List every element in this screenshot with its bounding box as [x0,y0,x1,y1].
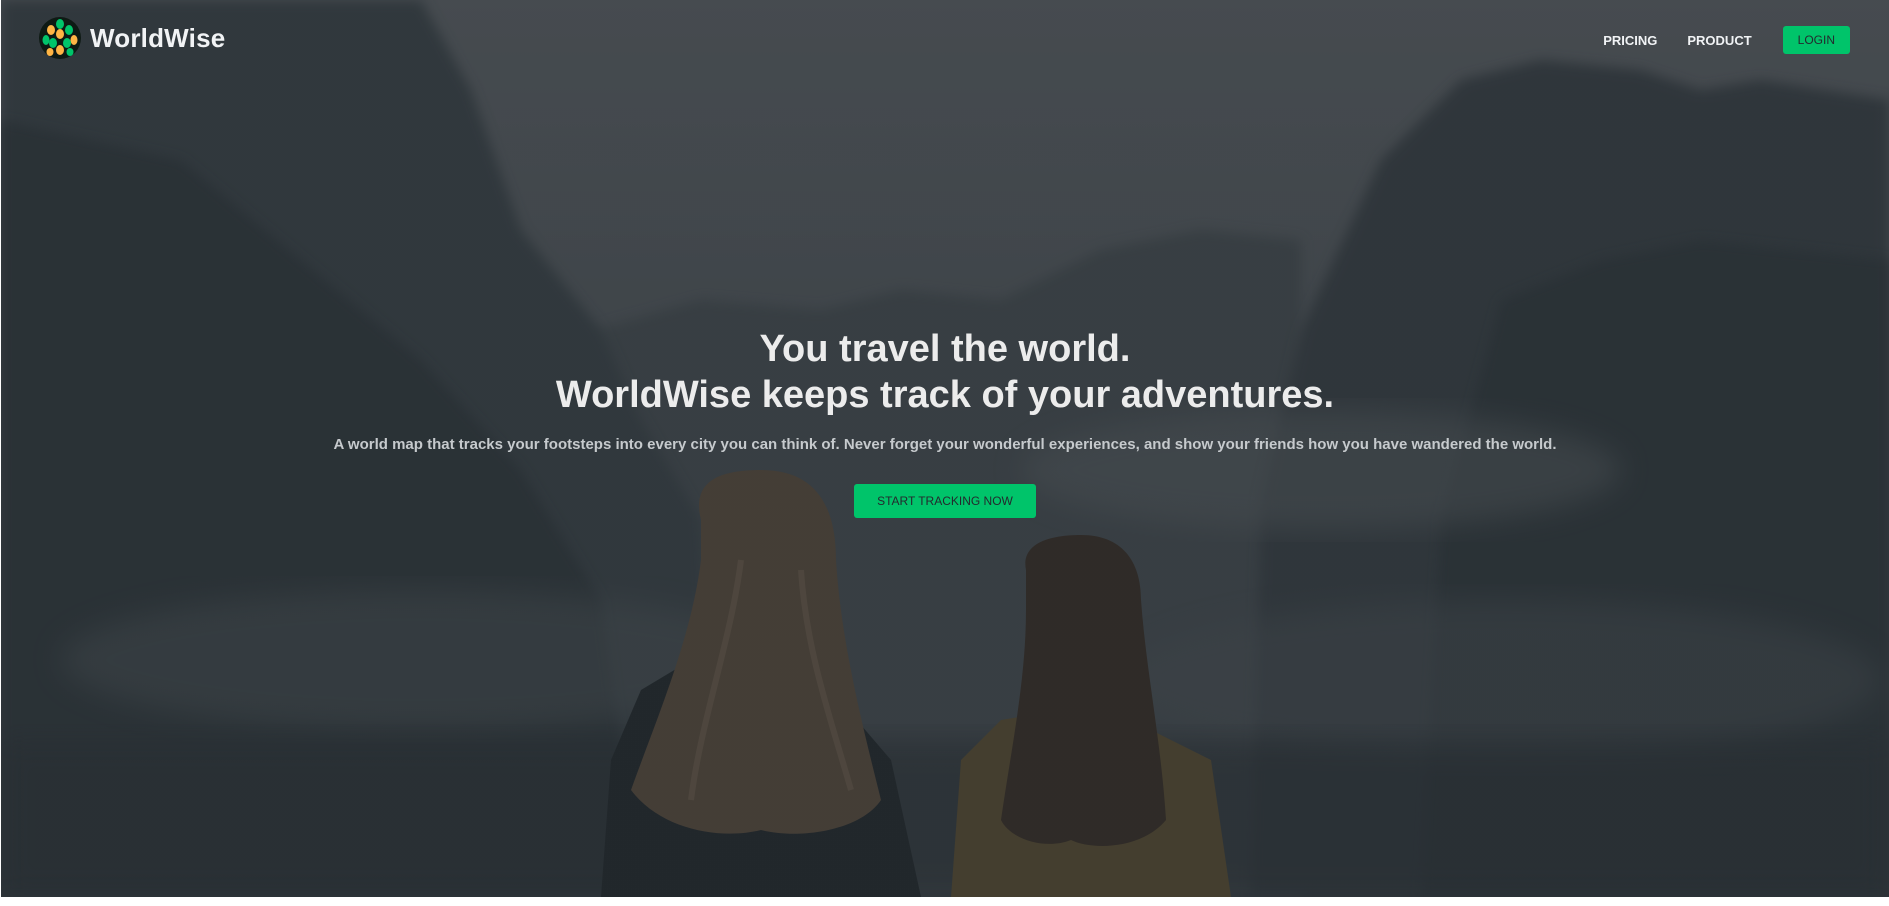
hero-headline: You travel the world. WorldWise keeps tr… [1,326,1889,418]
nav-links: PRICING PRODUCT LOGIN [1573,26,1850,54]
logo-link[interactable]: WorldWise [38,16,225,60]
nav-link-product[interactable]: PRODUCT [1687,33,1751,48]
hero-section: WorldWise PRICING PRODUCT LOGIN You trav… [1,0,1889,897]
globe-leaf-icon [39,17,81,59]
hero-content: You travel the world. WorldWise keeps tr… [1,326,1889,518]
login-button[interactable]: LOGIN [1782,26,1850,54]
headline-line-1: You travel the world. [759,328,1131,370]
start-tracking-button[interactable]: START TRACKING NOW [854,484,1036,518]
top-navbar: WorldWise PRICING PRODUCT LOGIN [1,0,1889,80]
headline-line-2: WorldWise keeps track of your adventures… [555,374,1335,416]
brand-name: WorldWise [90,22,226,53]
nav-link-pricing[interactable]: PRICING [1603,33,1657,48]
hero-subheadline: A world map that tracks your footsteps i… [333,436,1557,453]
